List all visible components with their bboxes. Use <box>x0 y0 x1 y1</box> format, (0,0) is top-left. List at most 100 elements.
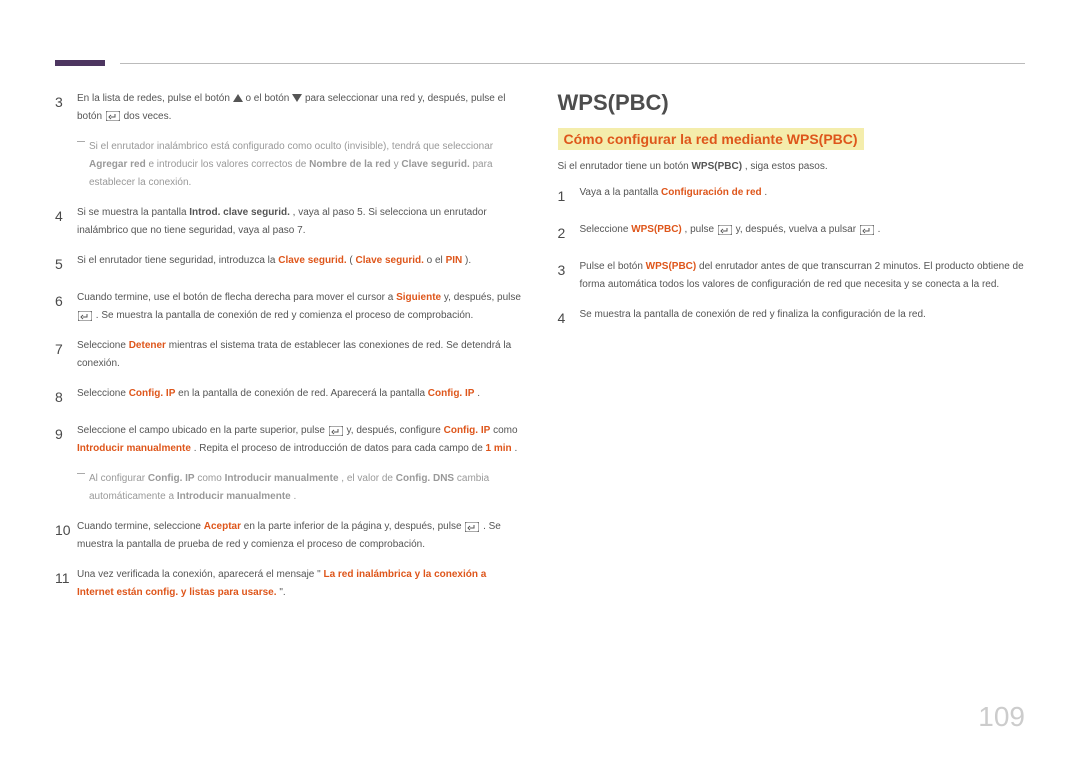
down-arrow-icon <box>292 94 302 102</box>
step-number: 10 <box>55 518 77 554</box>
highlight: Configuración de red <box>661 187 762 198</box>
page-number: 109 <box>978 701 1025 733</box>
text: ). <box>465 255 471 266</box>
step-3: 3 Pulse el botón WPS(PBC) del enrutador … <box>558 258 1026 294</box>
left-column: 3 En la lista de redes, pulse el botón o… <box>55 90 523 614</box>
text: . <box>477 388 480 399</box>
text: , el valor de <box>341 473 395 484</box>
header-rule <box>120 63 1025 64</box>
highlight: Config. IP <box>129 388 176 399</box>
step-11: 11 Una vez verificada la conexión, apare… <box>55 566 523 602</box>
step-2: 2 Seleccione WPS(PBC) , pulse y, después… <box>558 221 1026 246</box>
step-number: 1 <box>558 184 580 209</box>
page: 3 En la lista de redes, pulse el botón o… <box>0 0 1080 763</box>
text: Vaya a la pantalla <box>580 187 662 198</box>
text: o el botón <box>245 93 292 104</box>
text: Una vez verificada la conexión, aparecer… <box>77 569 321 580</box>
text: y, después, pulse <box>444 292 521 303</box>
highlight: Clave segurid. <box>278 255 346 266</box>
highlight: Aceptar <box>204 521 241 532</box>
step-number: 4 <box>55 204 77 240</box>
highlight: WPS(PBC) <box>691 161 742 172</box>
text: Cuando termine, use el botón de flecha d… <box>77 292 396 303</box>
highlight: PIN <box>446 255 463 266</box>
step-9: 9 Seleccione el campo ubicado en la part… <box>55 422 523 458</box>
text: . <box>764 187 767 198</box>
section-title: WPS(PBC) <box>558 90 1026 116</box>
text: . <box>294 491 297 502</box>
text: . <box>514 443 517 454</box>
step-3: 3 En la lista de redes, pulse el botón o… <box>55 90 523 126</box>
enter-icon <box>465 522 479 532</box>
enter-icon <box>106 111 120 121</box>
text: en la parte inferior de la página y, des… <box>244 521 465 532</box>
text: dos veces. <box>124 111 172 122</box>
text: Seleccione el campo ubicado en la parte … <box>77 425 328 436</box>
text: Si se muestra la pantalla <box>77 207 189 218</box>
step-number: 5 <box>55 252 77 277</box>
text: y, después, configure <box>347 425 444 436</box>
chapter-marker <box>55 60 105 66</box>
text: Si el enrutador tiene un botón <box>558 161 692 172</box>
highlight: Introd. clave segurid. <box>189 207 290 218</box>
step-8: 8 Seleccione Config. IP en la pantalla d… <box>55 385 523 410</box>
step-4: 4 Si se muestra la pantalla Introd. clav… <box>55 204 523 240</box>
enter-icon <box>329 426 343 436</box>
note: Al configurar Config. IP como Introducir… <box>77 470 523 506</box>
highlight: Clave segurid. <box>401 159 469 170</box>
text: en la pantalla de conexión de red. Apare… <box>178 388 428 399</box>
highlight: 1 min <box>486 443 512 454</box>
highlight: Config. DNS <box>396 473 454 484</box>
step-number: 3 <box>558 258 580 294</box>
highlight: Introducir manualmente <box>225 473 339 484</box>
text: Cuando termine, seleccione <box>77 521 204 532</box>
text: , siga estos pasos. <box>745 161 828 172</box>
step-number: 11 <box>55 566 77 602</box>
highlight: Config. IP <box>148 473 195 484</box>
text: o el <box>427 255 446 266</box>
text: En la lista de redes, pulse el botón <box>77 93 233 104</box>
enter-icon <box>718 225 732 235</box>
highlight: Detener <box>129 340 166 351</box>
step-1: 1 Vaya a la pantalla Configuración de re… <box>558 184 1026 209</box>
highlight: Config. IP <box>428 388 475 399</box>
highlight: Nombre de la red <box>309 159 391 170</box>
text: . <box>878 224 881 235</box>
text: ". <box>279 587 285 598</box>
highlight: Introducir manualmente <box>77 443 191 454</box>
step-5: 5 Si el enrutador tiene seguridad, intro… <box>55 252 523 277</box>
highlight: WPS(PBC) <box>646 261 697 272</box>
highlight: Clave segurid. <box>356 255 424 266</box>
text: Pulse el botón <box>580 261 646 272</box>
enter-icon <box>860 225 874 235</box>
highlight: WPS(PBC) <box>631 224 682 235</box>
step-number: 2 <box>558 221 580 246</box>
step-4: 4 Se muestra la pantalla de conexión de … <box>558 306 1026 331</box>
step-number: 7 <box>55 337 77 373</box>
section-subtitle: Cómo configurar la red mediante WPS(PBC) <box>558 128 864 150</box>
text: Si el enrutador tiene seguridad, introdu… <box>77 255 278 266</box>
text: . Se muestra la pantalla de conexión de … <box>96 310 473 321</box>
step-number: 9 <box>55 422 77 458</box>
highlight: Siguiente <box>396 292 441 303</box>
highlight: Config. IP <box>444 425 491 436</box>
text: ( <box>349 255 352 266</box>
text: como <box>197 473 224 484</box>
step-number: 4 <box>558 306 580 331</box>
intro-text: Si el enrutador tiene un botón WPS(PBC) … <box>558 158 1026 176</box>
step-7: 7 Seleccione Detener mientras el sistema… <box>55 337 523 373</box>
right-column: WPS(PBC) Cómo configurar la red mediante… <box>558 90 1026 614</box>
text: Seleccione <box>580 224 632 235</box>
step-number: 8 <box>55 385 77 410</box>
up-arrow-icon <box>233 94 243 102</box>
step-6: 6 Cuando termine, use el botón de flecha… <box>55 289 523 325</box>
note: Si el enrutador inalámbrico está configu… <box>77 138 523 192</box>
highlight: Introducir manualmente <box>177 491 291 502</box>
highlight: Agregar red <box>89 159 146 170</box>
text: . Repita el proceso de introducción de d… <box>194 443 486 454</box>
step-number: 6 <box>55 289 77 325</box>
enter-icon <box>78 311 92 321</box>
text: Si el enrutador inalámbrico está configu… <box>89 141 493 152</box>
step-10: 10 Cuando termine, seleccione Aceptar en… <box>55 518 523 554</box>
text: y, después, vuelva a pulsar <box>736 224 859 235</box>
